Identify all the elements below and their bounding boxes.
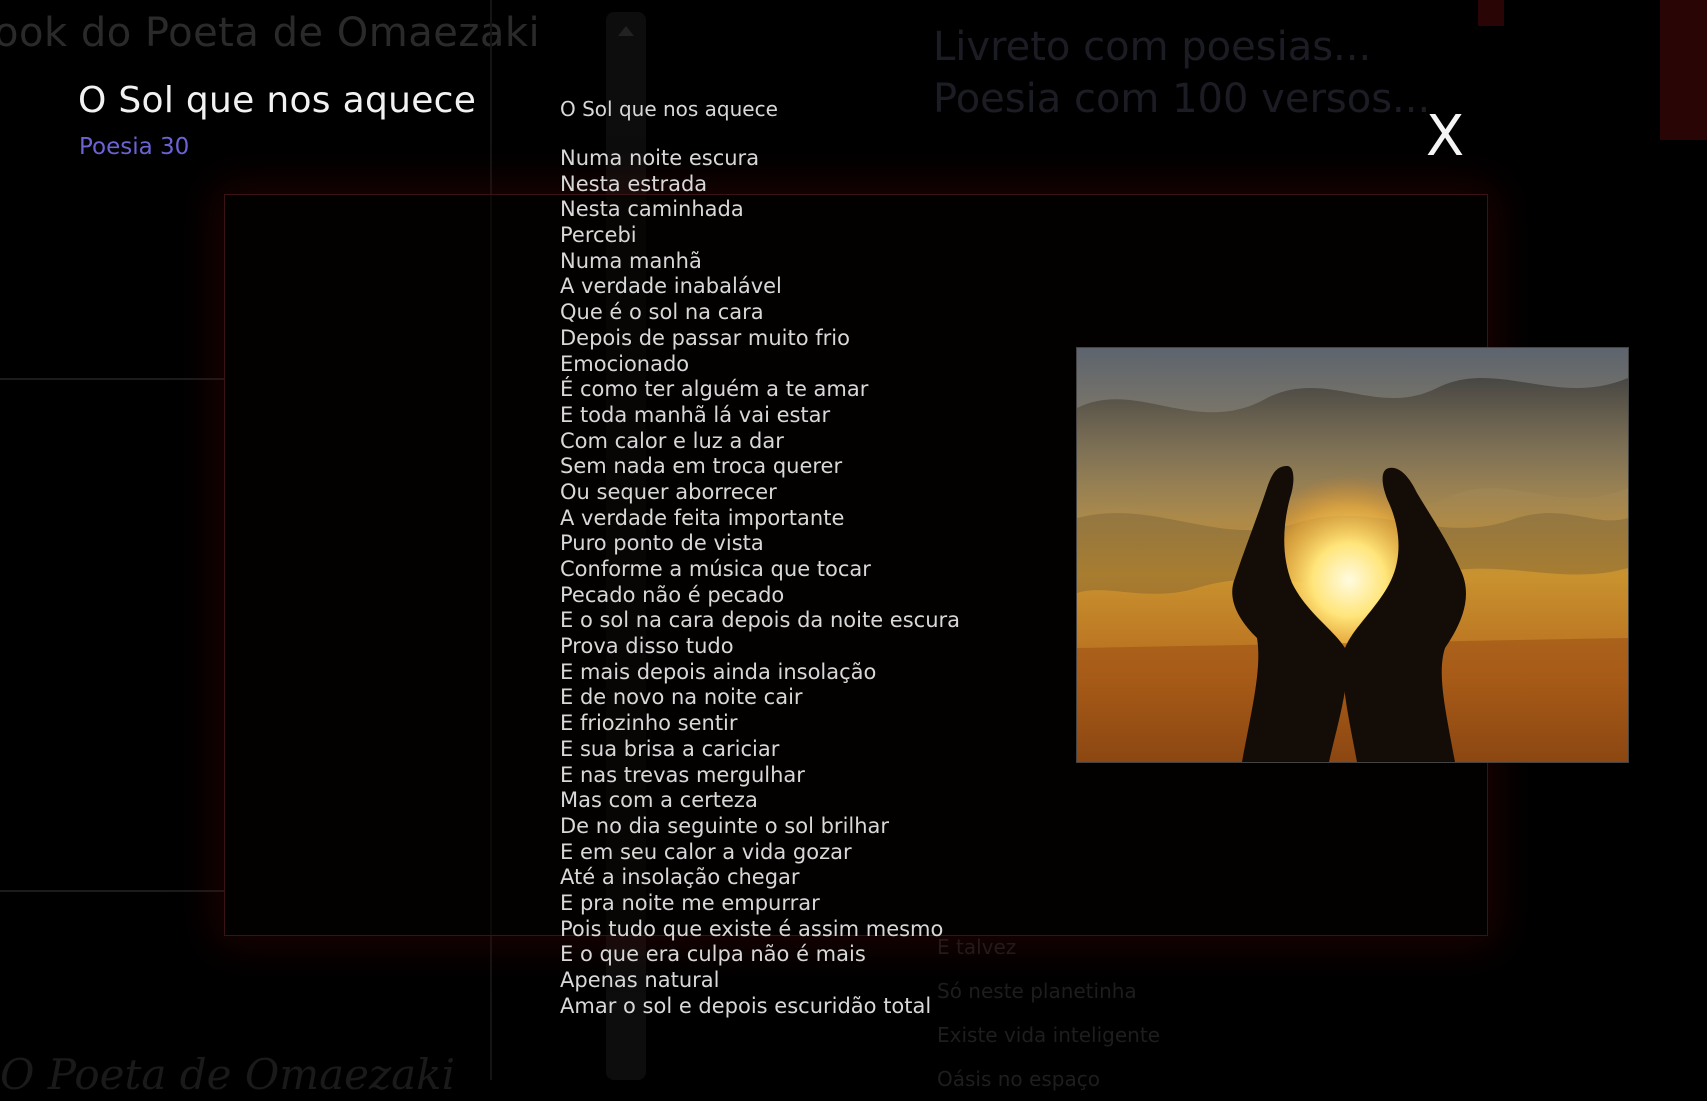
background-title-1: Livreto com poesias... <box>933 24 1372 70</box>
poem-verse: Que é o sol na cara <box>560 300 764 325</box>
poem-gap <box>560 122 960 146</box>
background-decoration <box>1478 0 1504 26</box>
poem-verse: A verdade inabalável <box>560 274 782 299</box>
divider <box>0 378 224 380</box>
poem-verse: Pois tudo que existe é assim mesmo <box>560 916 944 941</box>
poem-verse: Com calor e luz a dar <box>560 428 784 453</box>
poem-text: O Sol que nos aquece Numa noite escura N… <box>560 96 960 1019</box>
poem-number: Poesia 30 <box>79 134 190 160</box>
poem-verse: E sua brisa a cariciar <box>560 736 780 761</box>
poem-verse: Numa manhã <box>560 248 702 273</box>
poem-verse: Prova disso tudo <box>560 634 734 659</box>
close-button[interactable]: X <box>1415 102 1475 172</box>
background-verse-list: E talvez Só neste planetinha Existe vida… <box>937 925 1160 1101</box>
poem-verse: Mas com a certeza <box>560 788 758 813</box>
poem-verse: E friozinho sentir <box>560 711 738 736</box>
poem-verse: Nesta estrada <box>560 171 708 196</box>
poem-verse: Ou sequer aborrecer <box>560 479 777 504</box>
poem-verse: Até a insolação chegar <box>560 865 800 890</box>
poem-verse: E o que era culpa não é mais <box>560 942 866 967</box>
poem-verse: Sem nada em troca querer <box>560 454 843 479</box>
poem-verse: Apenas natural <box>560 968 720 992</box>
poem-verse: Pecado não é pecado <box>560 582 785 607</box>
hands-holding-sun-illustration <box>1077 348 1628 762</box>
background-verse: Oásis no espaço <box>937 1067 1100 1091</box>
poem-verse: De no dia seguinte o sol brilhar <box>560 813 890 838</box>
background-decoration <box>1660 0 1707 140</box>
poem-verse: Depois de passar muito frio <box>560 325 850 350</box>
background-bottom-title: O Poeta de Omaezaki <box>0 1050 456 1099</box>
background-verse: Existe vida inteligente <box>937 1023 1160 1047</box>
poem-verse: Emocionado <box>560 351 690 376</box>
poem-verse: Numa noite escura <box>560 146 760 170</box>
poem-title: O Sol que nos aquece <box>560 97 778 121</box>
poem-verse: Conforme a música que tocar <box>560 557 871 581</box>
poem-illustration-image <box>1076 347 1629 763</box>
poem-verse: E de novo na noite cair <box>560 685 803 710</box>
poem-verse: E pra noite me empurrar <box>560 890 820 915</box>
poem-verse: Percebi <box>560 223 637 248</box>
poem-verse: Amar o sol e depois escuridão total <box>560 993 932 1018</box>
background-title-2: Poesia com 100 versos... <box>933 76 1431 122</box>
poem-verse: A verdade feita importante <box>560 505 845 530</box>
background-verse: Só neste planetinha <box>937 979 1137 1003</box>
poem-verse: É como ter alguém a te amar <box>560 377 869 402</box>
divider <box>0 890 224 892</box>
scroll-up-arrow-icon[interactable] <box>618 26 634 36</box>
poem-verse: E mais depois ainda insolação <box>560 659 877 684</box>
poem-heading: O Sol que nos aquece <box>78 80 477 121</box>
poem-verse: E o sol na cara depois da noite escura <box>560 608 961 633</box>
poem-verse: Puro ponto de vista <box>560 531 764 556</box>
poem-verse: E nas trevas mergulhar <box>560 762 805 787</box>
poem-verse: E em seu calor a vida gozar <box>560 839 852 864</box>
poem-verse: E toda manhã lá vai estar <box>560 402 831 427</box>
poem-verse: Nesta caminhada <box>560 197 744 222</box>
site-title: ook do Poeta de Omaezaki <box>0 10 541 56</box>
